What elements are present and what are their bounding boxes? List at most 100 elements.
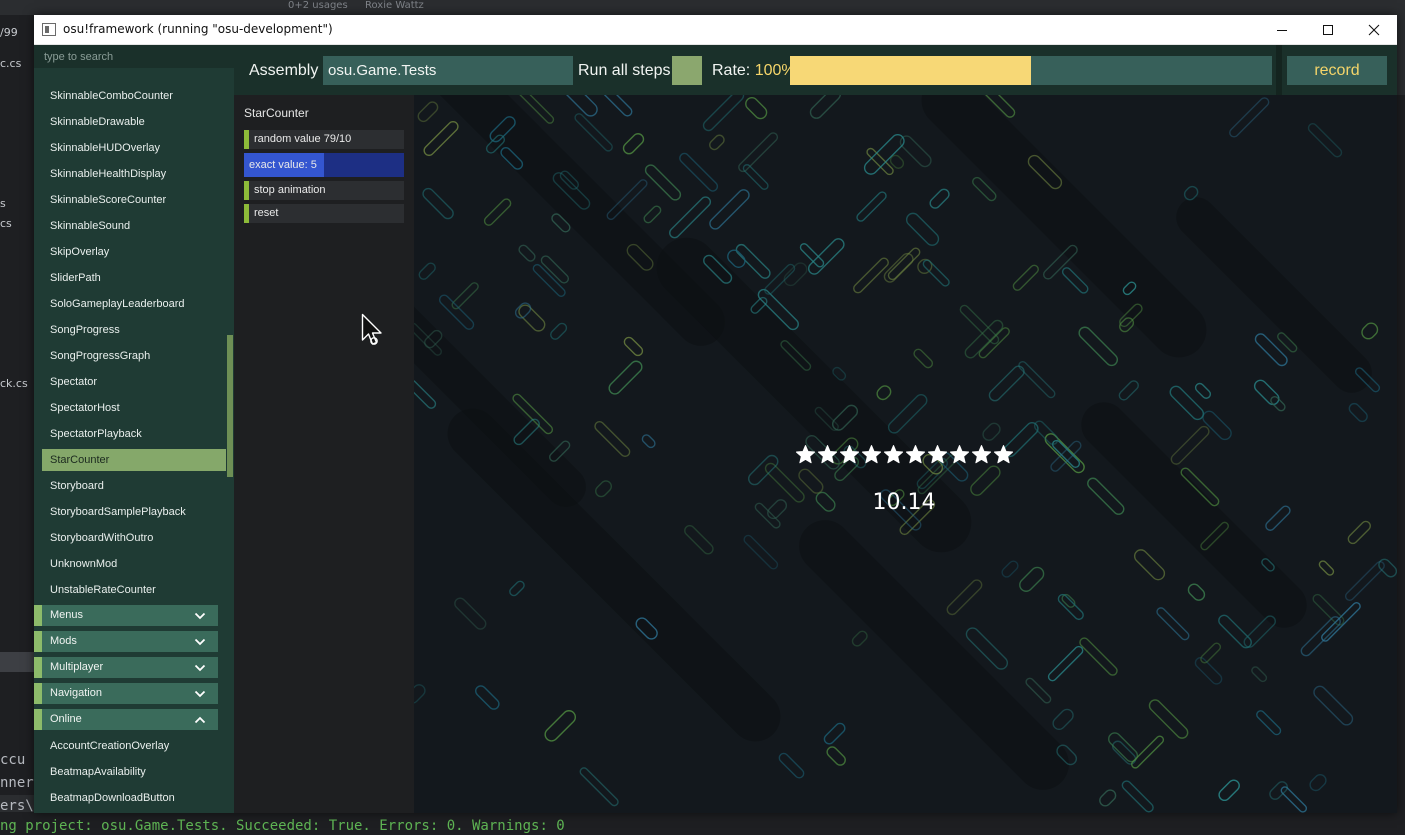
category-header[interactable]: Menus xyxy=(34,605,218,626)
step-label: exact value: 5 xyxy=(249,159,317,171)
close-button[interactable] xyxy=(1351,15,1397,45)
category-label: Multiplayer xyxy=(50,661,104,673)
category-label: Mods xyxy=(50,635,77,647)
minimize-icon xyxy=(1277,30,1287,31)
ide-selected-row xyxy=(0,652,34,672)
test-item[interactable]: SongProgress xyxy=(42,319,226,341)
star-icon xyxy=(860,443,882,465)
ide-file-list xyxy=(0,15,34,795)
scrollbar[interactable] xyxy=(227,335,233,477)
test-item[interactable]: SpectatorPlayback xyxy=(42,423,226,445)
toolbar: Assembly osu.Game.Tests Run all steps Ra… xyxy=(234,45,1397,95)
step-exact-value[interactable]: exact value: 5 xyxy=(244,153,404,177)
star-icon xyxy=(992,443,1014,465)
ide-right-edge xyxy=(1397,95,1405,812)
chevron-down-icon xyxy=(194,631,206,652)
steps-title: StarCounter xyxy=(244,106,309,120)
test-item[interactable]: SkinnableHealthDisplay xyxy=(42,163,226,185)
window-title: osu!framework (running "osu-development"… xyxy=(63,22,333,36)
mouse-cursor-icon xyxy=(361,313,382,345)
close-icon xyxy=(1368,24,1380,36)
category-header[interactable]: Mods xyxy=(34,631,218,652)
test-item[interactable]: SkinnableSound xyxy=(42,215,226,237)
toolbar-separator xyxy=(1276,45,1282,95)
test-item[interactable]: UnstableRateCounter xyxy=(42,579,226,601)
test-item[interactable]: SoloGameplayLeaderboard xyxy=(42,293,226,315)
rate-label: Rate: 100% xyxy=(712,62,796,80)
star-icon xyxy=(816,443,838,465)
ide-file-fragment: /99 xyxy=(0,26,18,39)
ide-file-fragment: s xyxy=(0,197,6,210)
maximize-icon xyxy=(1323,25,1333,35)
rate-slider[interactable] xyxy=(790,56,1272,85)
test-item[interactable]: UnknownMod xyxy=(42,553,226,575)
minimize-button[interactable] xyxy=(1259,15,1305,45)
assembly-dropdown[interactable]: osu.Game.Tests xyxy=(323,56,573,85)
assembly-value: osu.Game.Tests xyxy=(328,62,437,79)
chevron-down-icon xyxy=(194,605,206,626)
record-button[interactable]: record xyxy=(1287,56,1387,85)
test-item[interactable]: SkipOverlay xyxy=(42,241,226,263)
author-hint: Roxie Wattz xyxy=(365,0,424,11)
ide-editor-header: 0+2 usages Roxie Wattz xyxy=(0,0,1405,15)
test-item[interactable]: Storyboard xyxy=(42,475,226,497)
category-header[interactable]: Multiplayer xyxy=(34,657,218,678)
category-header[interactable]: Navigation xyxy=(34,683,218,704)
test-item[interactable]: StoryboardSamplePlayback xyxy=(42,501,226,523)
ide-file-fragment: ck.cs xyxy=(0,377,28,390)
test-item[interactable]: SkinnableComboCounter xyxy=(42,85,226,107)
console-line: ccu xyxy=(0,752,26,768)
star-icon xyxy=(926,443,948,465)
step-label: stop animation xyxy=(254,184,326,196)
run-all-steps-checkbox[interactable] xyxy=(672,56,702,85)
star-value: 10.14 xyxy=(872,490,936,515)
chevron-up-icon xyxy=(194,709,206,730)
test-item[interactable]: SkinnableScoreCounter xyxy=(42,189,226,211)
build-status: ng project: osu.Game.Tests. Succeeded: T… xyxy=(0,818,565,834)
app-icon xyxy=(42,23,56,36)
category-label: Online xyxy=(50,713,82,725)
ide-file-fragment: cs xyxy=(0,217,12,230)
test-item[interactable]: BeatmapDownloadButton xyxy=(42,787,226,809)
usages-hint[interactable]: 0+2 usages xyxy=(288,0,348,11)
test-browser: SkinnableComboCounter SkinnableDrawable Sk… xyxy=(34,45,234,813)
search-input[interactable] xyxy=(44,49,224,65)
test-steps-panel: StarCounter random value 79/10 exact val… xyxy=(234,95,414,813)
star-counter xyxy=(794,443,1014,465)
test-item[interactable]: BeatmapAvailability xyxy=(42,761,226,783)
test-item[interactable]: SkinnableDrawable xyxy=(42,111,226,133)
maximize-button[interactable] xyxy=(1305,15,1351,45)
step-label: reset xyxy=(254,207,279,219)
ide-file-fragment: c.cs xyxy=(0,57,22,70)
chevron-down-icon xyxy=(194,683,206,704)
category-header[interactable]: Online xyxy=(34,709,218,730)
run-all-steps-label: Run all steps xyxy=(578,62,671,79)
test-item[interactable]: SpectatorHost xyxy=(42,397,226,419)
star-icon xyxy=(838,443,860,465)
test-item[interactable]: SongProgressGraph xyxy=(42,345,226,367)
test-item[interactable]: StarCounter xyxy=(42,449,226,471)
game-preview[interactable]: 10.14 xyxy=(414,95,1397,813)
category-label: Navigation xyxy=(50,687,102,699)
test-item[interactable]: SkinnableHUDOverlay xyxy=(42,137,226,159)
star-icon xyxy=(882,443,904,465)
star-icon xyxy=(948,443,970,465)
step-label: random value 79/10 xyxy=(254,133,352,145)
assembly-label: Assembly xyxy=(249,62,319,79)
chevron-down-icon xyxy=(194,657,206,678)
step-random-value[interactable]: random value 79/10 xyxy=(244,130,404,149)
rate-label-text: Rate: xyxy=(712,62,751,79)
step-reset[interactable]: reset xyxy=(244,204,404,223)
test-item[interactable]: AccountCreationOverlay xyxy=(42,735,226,757)
star-icon xyxy=(904,443,926,465)
title-bar[interactable]: osu!framework (running "osu-development"… xyxy=(34,15,1397,45)
star-icon xyxy=(970,443,992,465)
rate-slider-fill xyxy=(790,56,1031,85)
test-item[interactable]: StoryboardWithOutro xyxy=(42,527,226,549)
test-item[interactable]: Spectator xyxy=(42,371,226,393)
search-box[interactable] xyxy=(34,45,234,68)
star-icon xyxy=(794,443,816,465)
category-label: Menus xyxy=(50,609,84,621)
test-item[interactable]: SliderPath xyxy=(42,267,226,289)
step-stop-animation[interactable]: stop animation xyxy=(244,181,404,200)
